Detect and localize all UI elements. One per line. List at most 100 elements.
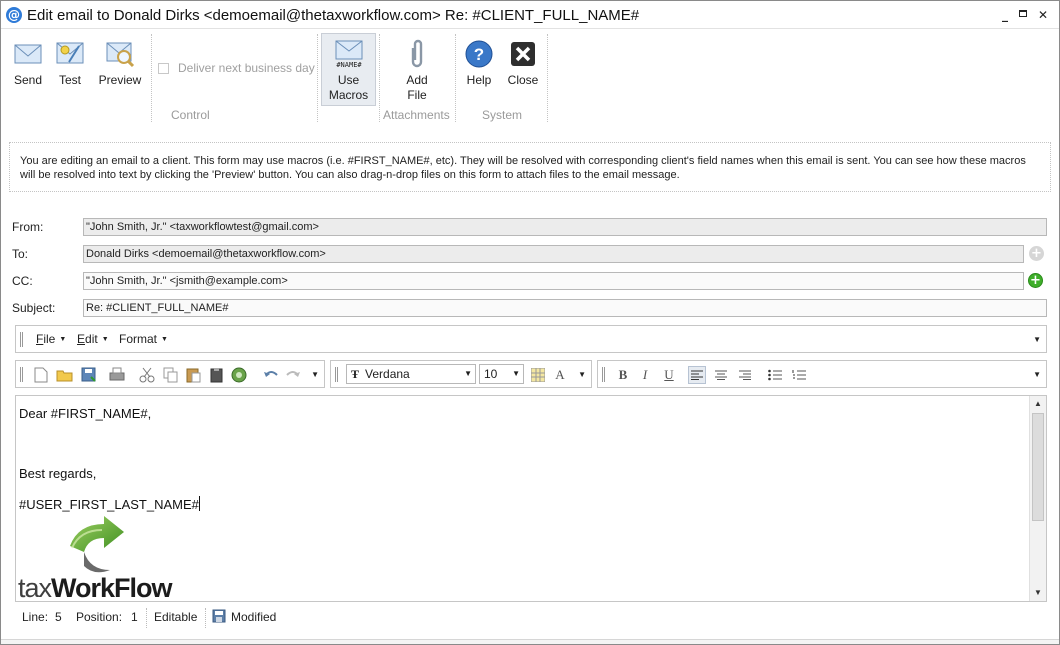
chevron-down-icon: ▼ [512, 369, 520, 378]
to-field[interactable]: Donald Dirks <demoemail@thetaxworkflow.c… [83, 245, 1024, 263]
menu-format[interactable]: Format ▼ [119, 332, 168, 346]
maximize-icon [1019, 10, 1027, 17]
status-line-label: Line: [22, 610, 49, 624]
preview-label: Preview [98, 73, 142, 87]
editor-vertical-scrollbar[interactable]: ▲ ▼ [1029, 396, 1046, 601]
highlight-color-icon[interactable] [529, 366, 547, 384]
email-body-editor[interactable]: Dear #FIRST_NAME#, Best regards, #USER_F… [15, 395, 1047, 602]
deliver-checkbox-label: Deliver next business day [178, 61, 315, 75]
body-line-signature: #USER_FIRST_LAST_NAME# [19, 496, 200, 512]
redo-icon[interactable] [284, 366, 302, 384]
align-center-icon[interactable] [712, 366, 730, 384]
scroll-up-icon[interactable]: ▲ [1034, 399, 1042, 408]
align-right-icon[interactable] [736, 366, 754, 384]
scrollbar-thumb[interactable] [1032, 413, 1044, 521]
menu-edit[interactable]: Edit ▼ [77, 332, 109, 346]
from-label: From: [12, 220, 44, 234]
close-button[interactable]: Close [504, 38, 542, 88]
status-editable: Editable [154, 610, 198, 624]
checkbox-box[interactable] [158, 62, 169, 74]
use-macros-label-2: Macros [328, 88, 369, 102]
bold-button[interactable]: B [614, 366, 632, 384]
chevron-down-icon: ▼ [101, 336, 109, 343]
floppy-icon [212, 609, 226, 626]
minimize-button[interactable]: _ [995, 7, 1015, 23]
use-macros-button[interactable]: #NAME# Use Macros [321, 33, 376, 106]
numbered-list-icon[interactable] [790, 366, 808, 384]
envelope-icon [12, 38, 44, 70]
font-size-select[interactable]: 10 ▼ [479, 364, 524, 384]
help-label: Help [466, 73, 492, 87]
preview-button[interactable]: Preview [97, 38, 143, 88]
menubar-overflow-icon[interactable]: ▼ [1033, 335, 1041, 344]
ribbon-separator [317, 34, 318, 122]
add-file-button[interactable]: Add File [397, 38, 437, 103]
font-color-button[interactable]: A [551, 366, 569, 384]
font-toolbar-overflow-icon[interactable]: ▼ [578, 370, 586, 379]
bullet-list-icon[interactable] [766, 366, 784, 384]
font-name-value: Verdana [365, 367, 410, 381]
preview-magnifier-icon [104, 38, 136, 70]
toolbar-grip[interactable] [20, 332, 23, 347]
maximize-button[interactable] [1013, 7, 1033, 23]
close-label: Close [507, 73, 539, 87]
group-label-attachments: Attachments [383, 108, 450, 122]
help-button[interactable]: ? Help [460, 38, 498, 88]
print-icon[interactable] [108, 366, 126, 384]
undo-icon[interactable] [262, 366, 280, 384]
toolbar-grip[interactable] [602, 367, 605, 382]
paste-special-icon[interactable] [208, 366, 226, 384]
deliver-next-business-day-checkbox[interactable]: Deliver next business day [158, 61, 315, 75]
cut-icon[interactable] [138, 366, 156, 384]
paste-icon[interactable] [184, 366, 202, 384]
chevron-down-icon: ▼ [161, 336, 168, 343]
send-button[interactable]: Send [9, 38, 47, 88]
from-field[interactable]: "John Smith, Jr." <taxworkflowtest@gmail… [83, 218, 1047, 236]
text-cursor [198, 496, 200, 511]
font-size-value: 10 [484, 367, 498, 381]
scroll-down-icon[interactable]: ▼ [1034, 588, 1042, 597]
save-icon[interactable] [80, 366, 98, 384]
ribbon-separator [547, 34, 548, 122]
status-line-value: 5 [55, 610, 62, 624]
add-file-label-1: Add [406, 73, 428, 87]
menu-file[interactable]: File ▼ [36, 332, 66, 346]
status-modified: Modified [231, 610, 277, 624]
format-toolbar: B I U ▼ [597, 360, 1047, 388]
taxworkflow-logo: taxWorkFlow [18, 516, 178, 601]
font-toolbar: Ŧ Verdana ▼ 10 ▼ A ▼ [330, 360, 592, 388]
status-separator [146, 608, 147, 628]
body-line-regards: Best regards, [19, 466, 97, 481]
toolbar-grip[interactable] [20, 367, 23, 382]
font-name-select[interactable]: Ŧ Verdana ▼ [346, 364, 476, 384]
group-label-control: Control [171, 108, 210, 122]
toolbar-overflow-icon[interactable]: ▼ [311, 370, 319, 379]
new-document-icon[interactable] [32, 366, 50, 384]
ribbon-separator [151, 34, 152, 122]
cc-add-icon[interactable]: + [1028, 273, 1043, 288]
edit-toolbar: ▼ [15, 360, 325, 388]
ribbon: Send Test Preview Deliver next business … [1, 30, 1059, 126]
align-left-icon[interactable] [688, 366, 706, 384]
help-icon: ? [463, 38, 495, 70]
toolbar-grip[interactable] [335, 367, 338, 382]
svg-text:?: ? [474, 45, 484, 64]
to-add-icon[interactable]: + [1029, 246, 1044, 261]
copy-icon[interactable] [162, 366, 180, 384]
chevron-down-icon: ▼ [59, 336, 67, 343]
underline-button[interactable]: U [660, 366, 678, 384]
test-button[interactable]: Test [51, 38, 89, 88]
open-folder-icon[interactable] [56, 366, 74, 384]
cc-field[interactable]: "John Smith, Jr." <jsmith@example.com> [83, 272, 1024, 290]
insert-image-icon[interactable] [230, 366, 248, 384]
paperclip-icon [401, 38, 433, 70]
status-position-label: Position: [76, 610, 123, 624]
format-toolbar-overflow-icon[interactable]: ▼ [1033, 370, 1041, 379]
subject-label: Subject: [12, 301, 56, 315]
window-bottom-edge [1, 639, 1059, 644]
subject-field[interactable]: Re: #CLIENT_FULL_NAME# [83, 299, 1047, 317]
email-app-icon: @ [6, 7, 22, 23]
title-bar: @ Edit email to Donald Dirks <demoemail@… [1, 1, 1059, 29]
window-close-button[interactable]: ✕ [1033, 7, 1053, 23]
italic-button[interactable]: I [636, 366, 654, 384]
